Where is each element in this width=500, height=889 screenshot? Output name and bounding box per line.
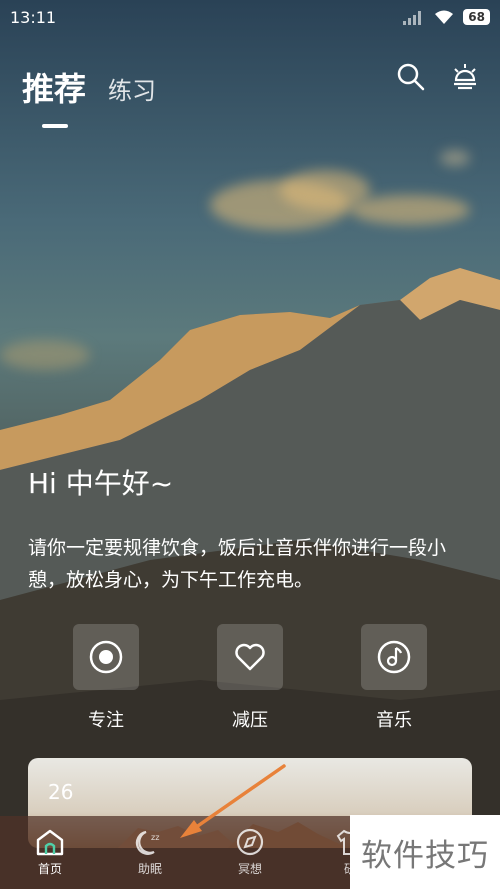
heart-icon (235, 643, 265, 671)
focus-icon (89, 640, 123, 674)
action-music-box[interactable] (361, 624, 427, 690)
action-focus[interactable]: 专注 (56, 624, 156, 732)
nav-home[interactable]: 首页 (0, 816, 100, 889)
search-icon[interactable] (396, 62, 426, 92)
action-relax-label: 减压 (232, 710, 268, 731)
top-icons (396, 62, 480, 92)
quick-actions: 专注 减压 音乐 (0, 624, 500, 732)
greeting-description: 请你一定要规律饮食，饭后让音乐伴你进行一段小憩，放松身心，为下午工作充电。 (28, 537, 447, 591)
top-tabs: 推荐 练习 (22, 64, 156, 128)
nav-meditate[interactable]: 冥想 (200, 816, 300, 889)
signal-icon (403, 11, 422, 25)
nav-sleep[interactable]: zz 助眠 (100, 816, 200, 889)
battery-indicator: 68 (463, 9, 490, 25)
action-focus-box[interactable] (73, 624, 139, 690)
night-mode-icon[interactable] (450, 62, 480, 92)
tab-practice[interactable]: 练习 (108, 71, 156, 106)
tab-recommend[interactable]: 推荐 (22, 64, 87, 128)
tab-active-indicator (42, 124, 68, 128)
nav-home-label: 首页 (37, 862, 62, 876)
nav-meditate-label: 冥想 (237, 862, 262, 876)
status-bar: 13:11 68 (0, 0, 500, 34)
greeting-title: Hi 中午好~ (28, 467, 174, 500)
home-icon (36, 829, 64, 856)
wifi-icon (435, 10, 454, 24)
tab-recommend-label: 推荐 (22, 70, 87, 108)
action-relax-box[interactable] (217, 624, 283, 690)
music-note-icon (377, 640, 411, 674)
sleep-moon-icon: zz (135, 830, 159, 855)
nav-sleep-label: 助眠 (137, 862, 162, 876)
action-focus-label: 专注 (88, 710, 124, 731)
action-music[interactable]: 音乐 (344, 624, 444, 732)
svg-text:zz: zz (151, 833, 159, 842)
watermark: 软件技巧 (350, 815, 500, 889)
compass-icon (236, 828, 264, 856)
action-relax[interactable]: 减压 (200, 624, 300, 732)
status-time: 13:11 (10, 7, 57, 27)
background-scene (0, 0, 500, 889)
action-music-label: 音乐 (376, 710, 412, 731)
